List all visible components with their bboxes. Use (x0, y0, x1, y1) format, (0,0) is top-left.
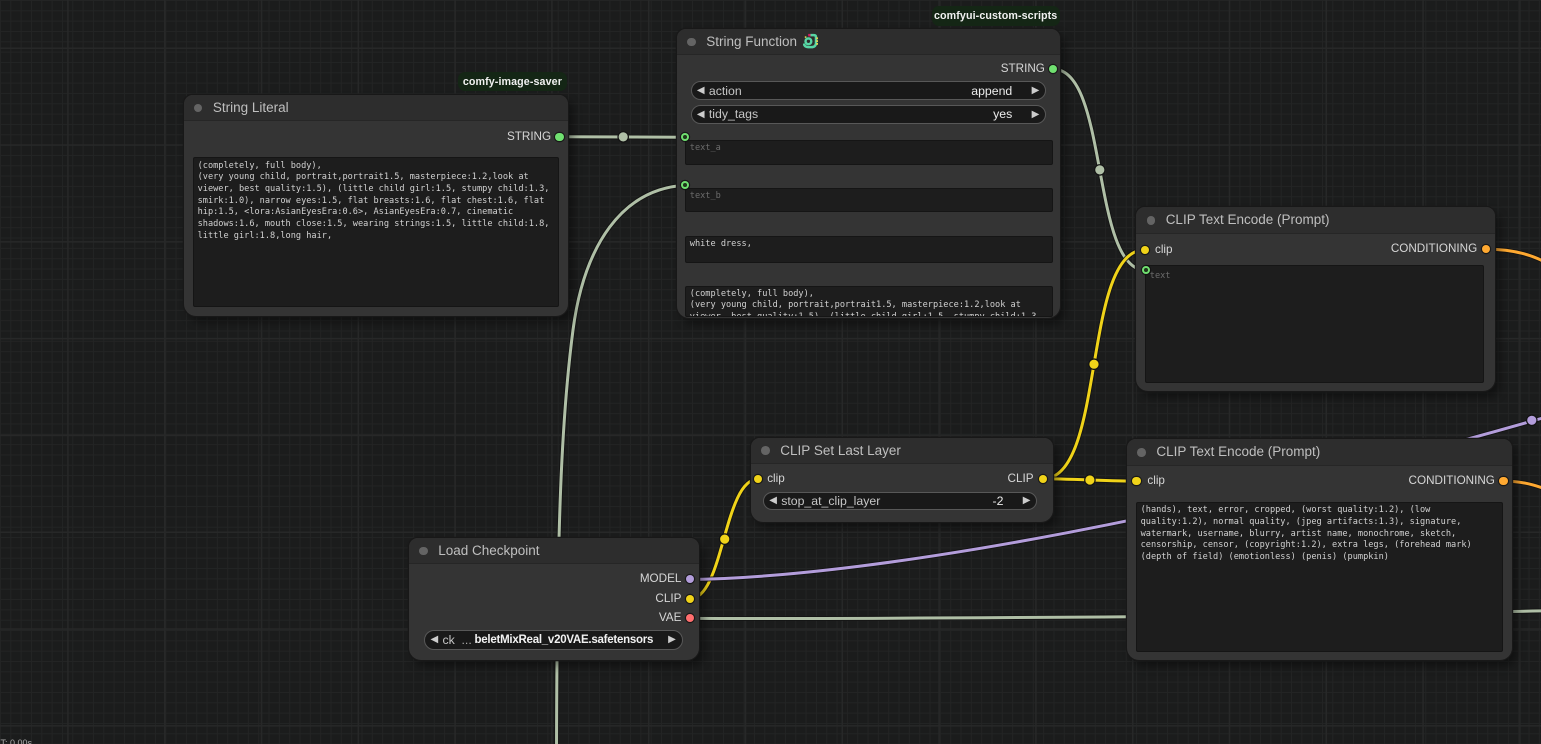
output-dot-vae[interactable] (686, 614, 694, 622)
text-widget[interactable]: (hands), text, error, cropped, (worst qu… (1136, 502, 1503, 652)
output-dot-model[interactable] (686, 575, 694, 583)
text-widget[interactable]: (completely, full body), (very young chi… (193, 157, 559, 307)
node-clip-text-encode-negative[interactable]: CLIP Text Encode (Prompt) clip CONDITION… (1127, 439, 1512, 660)
input-slot-clip: clip (1147, 474, 1165, 488)
badge-comfy-image-saver: comfy-image-saver (458, 72, 568, 91)
collapse-dot-icon[interactable] (419, 547, 428, 556)
output-dot-string[interactable] (555, 133, 563, 141)
widget-value: beletMixReal_v20VAE.safetensors (474, 631, 653, 649)
input-dot-clip[interactable] (1141, 246, 1149, 254)
arrow-right-icon[interactable]: ▶ (1032, 106, 1040, 123)
widget-name: action (709, 82, 742, 99)
combo-widget-tidy-tags[interactable]: ◀ tidy_tags yes ▶ (691, 105, 1046, 124)
node-title-bar[interactable]: String Function (677, 29, 1060, 55)
node-title-bar[interactable]: CLIP Text Encode (Prompt) (1136, 207, 1494, 234)
text-c-widget[interactable]: white dress, (685, 236, 1053, 264)
link-dot[interactable] (1095, 165, 1105, 175)
collapse-dot-icon[interactable] (194, 104, 203, 113)
arrow-right-icon[interactable]: ▶ (1023, 493, 1031, 509)
output-slot-vae: VAE (659, 611, 682, 625)
arrow-left-icon[interactable]: ◀ (697, 82, 705, 99)
node-title: CLIP Text Encode (Prompt) (1166, 207, 1330, 233)
arrow-left-icon[interactable]: ◀ (430, 631, 438, 649)
node-clip-text-encode-positive[interactable]: CLIP Text Encode (Prompt) clip CONDITION… (1136, 207, 1494, 391)
node-title: String Literal (213, 95, 289, 121)
output-dot-conditioning[interactable] (1482, 245, 1490, 253)
comfyui-graph-canvas[interactable]: String Literal STRING (completely, full … (0, 0, 1541, 744)
node-title: String Function (706, 29, 797, 55)
input-dot-clip[interactable] (754, 475, 762, 483)
input-dot-clip[interactable] (1132, 477, 1140, 485)
output-slot-conditioning: CONDITIONING (1409, 474, 1495, 488)
combo-widget-stop-at-clip-layer[interactable]: ◀ stop_at_clip_layer -2 ▶ (763, 492, 1037, 510)
widget-value: yes (993, 106, 1012, 123)
link-dot[interactable] (1527, 415, 1537, 425)
output-dot-string[interactable] (1049, 65, 1057, 73)
widget-value: append (971, 82, 1012, 99)
execution-time-status: T: 0.00s (1, 738, 33, 744)
output-slot-string: STRING (1001, 62, 1045, 76)
text-b-widget[interactable]: text_b (685, 188, 1053, 213)
output-slot-clip: CLIP (655, 592, 681, 606)
output-dot-clip[interactable] (686, 595, 694, 603)
link-dot[interactable] (618, 132, 628, 142)
link-offscreen-to-text-b (557, 185, 687, 744)
widget-name: stop_at_clip_layer (781, 493, 880, 509)
combo-widget-action[interactable]: ◀ action append ▶ (691, 81, 1046, 100)
node-title: Load Checkpoint (438, 538, 539, 564)
combo-widget-ckpt-name[interactable]: ◀ ck ... beletMixReal_v20VAE.safetensors… (424, 630, 682, 650)
output-dot-conditioning[interactable] (1499, 477, 1507, 485)
node-string-function[interactable]: String Function STRING ◀ action append ▶… (677, 29, 1060, 318)
badge-comfyui-custom-scripts: comfyui-custom-scripts (932, 6, 1060, 26)
node-title: CLIP Text Encode (Prompt) (1156, 439, 1320, 465)
arrow-left-icon[interactable]: ◀ (769, 493, 777, 509)
node-clip-set-last-layer[interactable]: CLIP Set Last Layer clip CLIP ◀ stop_at_… (751, 438, 1053, 523)
collapse-dot-icon[interactable] (761, 446, 770, 455)
input-slot-clip: clip (1155, 243, 1173, 257)
output-slot-clip: CLIP (1008, 472, 1034, 486)
widget-name: tidy_tags (709, 106, 758, 123)
output-dot-clip[interactable] (1039, 475, 1047, 483)
text-widget[interactable]: text (1145, 265, 1484, 383)
link-dot[interactable] (720, 534, 730, 544)
widget-value: -2 (993, 493, 1004, 509)
node-title-bar[interactable]: CLIP Text Encode (Prompt) (1127, 439, 1512, 466)
node-title-bar[interactable]: String Literal (184, 95, 568, 122)
output-slot-string: STRING (507, 130, 551, 144)
node-load-checkpoint[interactable]: Load Checkpoint MODEL CLIP VAE ◀ ck ... … (409, 538, 699, 660)
node-title-bar[interactable]: Load Checkpoint (409, 538, 699, 565)
widget-ellipsis: ... (461, 631, 471, 649)
link-dot[interactable] (1089, 359, 1099, 369)
widget-name: ck (442, 631, 454, 649)
collapse-dot-icon[interactable] (1147, 216, 1156, 225)
arrow-left-icon[interactable]: ◀ (697, 106, 705, 123)
text-a-widget[interactable]: text_a (685, 140, 1053, 165)
arrow-right-icon[interactable]: ▶ (1032, 82, 1040, 99)
output-slot-conditioning: CONDITIONING (1391, 242, 1477, 256)
node-string-literal[interactable]: String Literal STRING (completely, full … (184, 95, 568, 316)
arrow-right-icon[interactable]: ▶ (668, 631, 676, 649)
collapse-dot-icon[interactable] (687, 38, 696, 47)
output-slot-model: MODEL (640, 572, 682, 586)
node-title: CLIP Set Last Layer (780, 438, 901, 464)
node-title-bar[interactable]: CLIP Set Last Layer (751, 438, 1053, 464)
link-dot[interactable] (1085, 475, 1095, 485)
pysssss-snake-icon (803, 33, 819, 49)
input-slot-clip: clip (767, 472, 785, 486)
text-d-widget[interactable]: (completely, full body), (very young chi… (685, 286, 1053, 317)
collapse-dot-icon[interactable] (1137, 448, 1146, 457)
